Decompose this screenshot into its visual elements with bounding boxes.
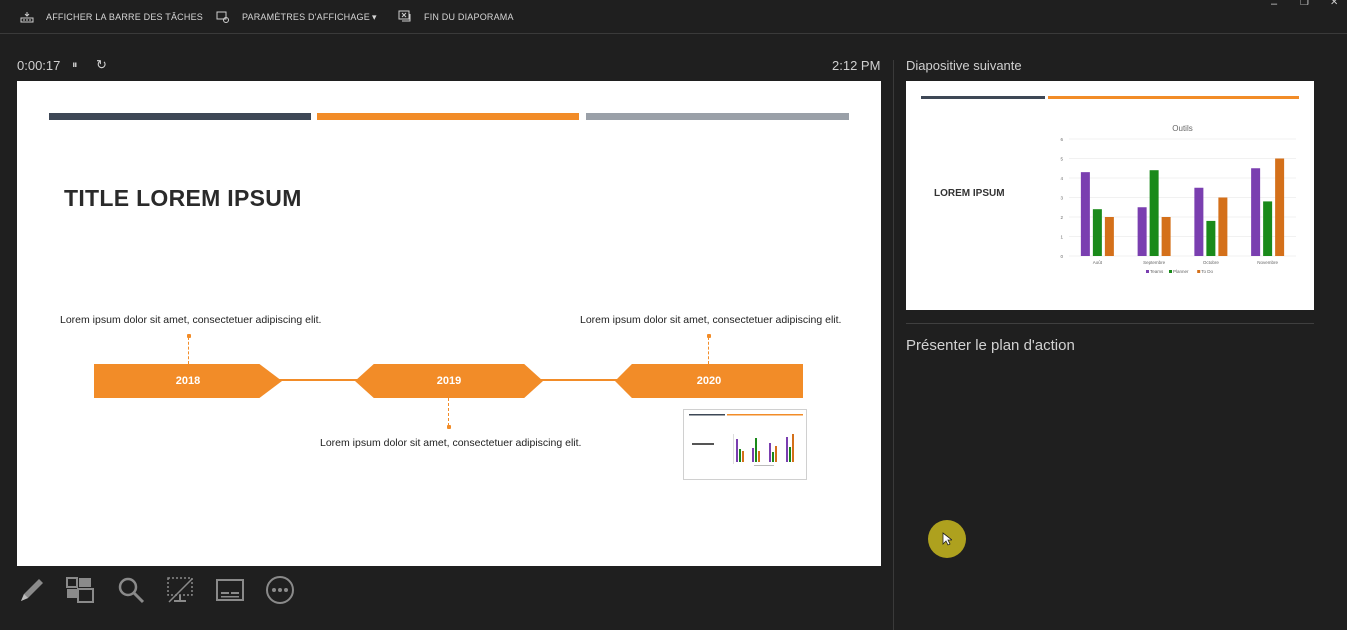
bar-planner	[1092, 209, 1102, 256]
timeline-2020: 2020	[615, 364, 803, 398]
subtitles-icon[interactable]	[215, 575, 245, 605]
screen-icon[interactable]	[165, 575, 195, 605]
pen-icon[interactable]	[17, 575, 47, 605]
display-settings-icon	[216, 11, 229, 23]
presenter-toolbar: AFFICHER LA BARRE DES TÂCHES PARAMÈTRES …	[0, 0, 1347, 34]
bar-to-do	[1218, 197, 1228, 256]
reset-timer-icon[interactable]: ↻	[96, 57, 107, 73]
notes-separator	[906, 323, 1314, 324]
current-time: 2:12 PM	[832, 58, 881, 73]
header-bar-gray	[586, 113, 849, 120]
legend-swatch	[1197, 270, 1201, 273]
y-tick-label: 2	[1060, 215, 1063, 220]
bar-teams	[1137, 207, 1147, 256]
panel-divider	[893, 60, 894, 630]
y-tick-label: 4	[1060, 176, 1063, 181]
header-bar-dark	[49, 113, 311, 120]
bar-planner	[1206, 220, 1216, 256]
timeline-text-2018: Lorem ipsum dolor sit amet, consectetuer…	[60, 314, 322, 326]
connector-dot	[447, 425, 451, 429]
x-tick-label: Août	[1093, 260, 1103, 265]
x-tick-label: Novembre	[1257, 260, 1278, 265]
bar-to-do	[1104, 217, 1114, 256]
connector-line	[188, 337, 189, 364]
connector-line	[708, 337, 709, 364]
thumbnail-image	[689, 414, 803, 466]
zoom-icon[interactable]	[116, 575, 146, 605]
embedded-slide-thumbnail	[683, 409, 807, 480]
y-tick-label: 1	[1060, 235, 1063, 240]
legend-swatch	[1146, 270, 1149, 273]
timeline-text-2019: Lorem ipsum dolor sit amet, consectetuer…	[320, 437, 582, 449]
legend-label: Teams	[1150, 269, 1164, 274]
y-tick-label: 5	[1060, 157, 1063, 162]
slide-title: TITLE LOREM IPSUM	[64, 185, 302, 211]
bar-teams	[1194, 187, 1204, 256]
y-tick-label: 3	[1060, 196, 1063, 201]
bar-teams	[1251, 168, 1261, 256]
x-tick-label: Septembre	[1143, 260, 1166, 265]
display-settings-label: PARAMÈTRES D'AFFICHAGE	[242, 12, 370, 22]
more-icon[interactable]	[265, 575, 295, 605]
x-tick-label: Octobre	[1203, 260, 1220, 265]
speaker-notes: Présenter le plan d'action	[906, 337, 1075, 354]
minimize-button[interactable]: –	[1271, 0, 1277, 10]
bar-to-do	[1275, 158, 1285, 256]
timeline-2019: 2019	[355, 364, 543, 398]
restore-button[interactable]: ❐	[1300, 0, 1309, 8]
end-slideshow-button[interactable]: FIN DU DIAPORAMA	[398, 9, 514, 25]
outils-chart: Outils 0 1 2 3 4 5 6 Août Septembre Octobre Novembr…	[1060, 124, 1296, 274]
mouse-pointer-icon	[942, 532, 952, 546]
chart-title: Outils	[1172, 124, 1192, 133]
timeline-text-2020: Lorem ipsum dolor sit amet, consectetuer…	[580, 314, 842, 326]
next-slide-preview[interactable]: LOREM IPSUM Outils 0 1 2 3 4 5 6 Août Septembre Oc…	[906, 81, 1314, 310]
timeline-2018: 2018	[94, 364, 282, 398]
legend-swatch	[1169, 270, 1172, 273]
display-settings-button[interactable]: PARAMÈTRES D'AFFICHAGE ▾	[216, 9, 377, 25]
y-tick-label: 6	[1060, 137, 1063, 142]
close-button[interactable]: ✕	[1330, 0, 1338, 8]
show-taskbar-label: AFFICHER LA BARRE DES TÂCHES	[46, 12, 203, 22]
end-slideshow-label: FIN DU DIAPORAMA	[424, 12, 514, 22]
end-slideshow-icon	[398, 10, 411, 22]
legend-label: To Do	[1201, 269, 1213, 274]
taskbar-icon	[20, 12, 34, 23]
current-slide[interactable]: TITLE LOREM IPSUM Lorem ipsum dolor sit …	[17, 81, 881, 566]
bar-teams	[1080, 172, 1090, 256]
bar-planner	[1263, 201, 1273, 256]
show-taskbar-button[interactable]: AFFICHER LA BARRE DES TÂCHES	[20, 9, 203, 25]
slides-grid-icon[interactable]	[65, 575, 95, 605]
next-slide-label: Diapositive suivante	[906, 58, 1022, 73]
chevron-down-icon: ▾	[371, 11, 377, 22]
bar-to-do	[1161, 217, 1171, 256]
pause-icon[interactable]: ⏸	[72, 59, 78, 72]
header-bar-orange	[317, 113, 579, 120]
y-tick-label: 0	[1060, 254, 1063, 259]
connector-line	[448, 398, 449, 426]
elapsed-timer: 0:00:17	[17, 58, 61, 73]
legend-label: Planner	[1173, 269, 1189, 274]
bar-planner	[1149, 170, 1159, 256]
